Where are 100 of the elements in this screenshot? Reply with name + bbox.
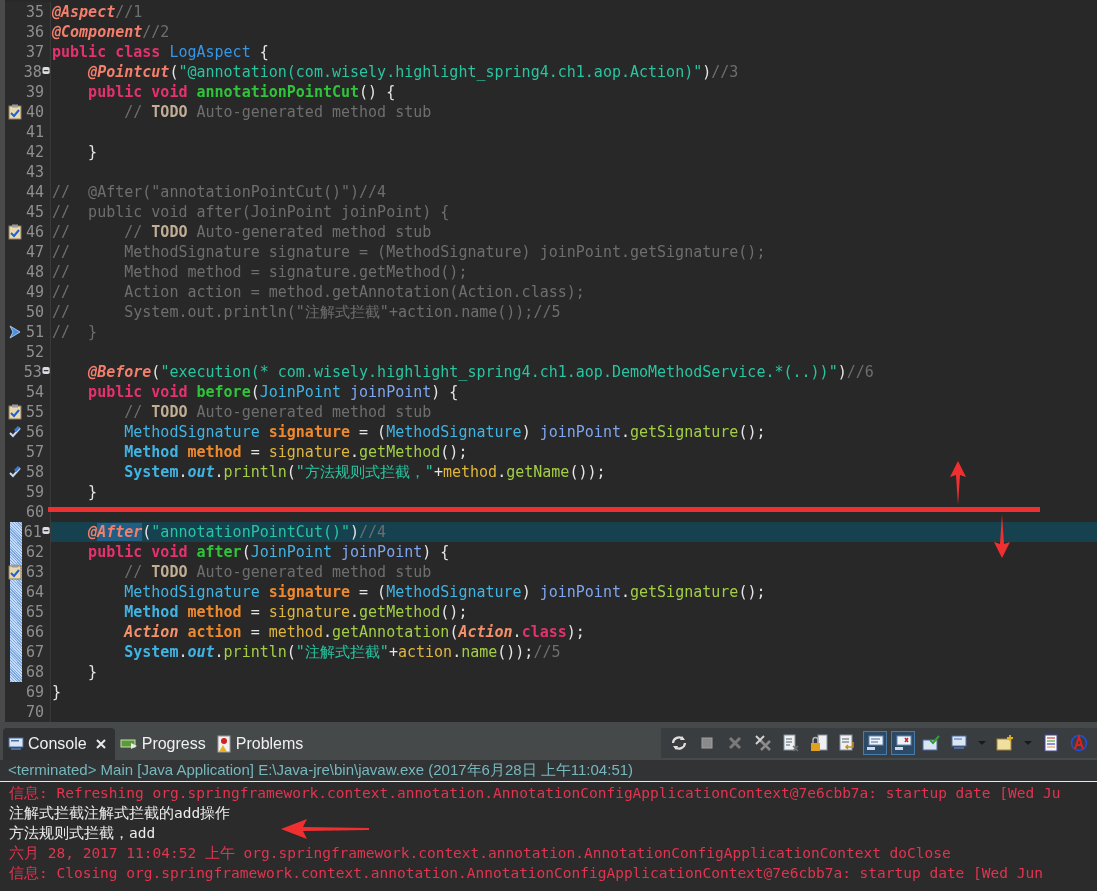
line-number: 64 (24, 582, 44, 602)
code-line: // MethodSignature signature = (MethodSignature) joinPoint.getSignature(); (51, 242, 767, 262)
line-number: 46 (24, 222, 44, 242)
code-line: public void before(JoinPoint joinPoint) { (87, 382, 460, 402)
line-number: 40 (24, 102, 44, 122)
code-line: System.out.println("注解式拦截"+action.name());//5 (123, 642, 562, 662)
code-line: @Before("execution(* com.wisely.highlight_spring4.ch1.aop.DemoMethodService.*(..))")//6 (87, 362, 875, 382)
line-number: 45 (24, 202, 44, 222)
code-editor[interactable] (0, 0, 1097, 722)
code-line: Method method = signature.getMethod(); (123, 442, 469, 462)
line-number: 55 (24, 402, 44, 422)
code-line: // // TODO Auto-generated method stub (51, 222, 433, 242)
close-icon[interactable] (94, 738, 107, 750)
code-line: // @After("annotationPointCut()")//4 (51, 182, 388, 202)
line-number: 51 (24, 322, 44, 342)
line-number: 62 (24, 542, 44, 562)
code-line: } (87, 482, 99, 502)
left-arrow-icon (281, 819, 369, 839)
toolbar-button[interactable] (863, 731, 887, 755)
code-line: System.out.println("方法规则式拦截，"+method.getName()); (123, 462, 607, 482)
monitor-icon (950, 734, 968, 752)
code-line: // TODO Auto-generated method stub (123, 102, 433, 122)
stop-icon (698, 734, 716, 752)
line-number: 48 (24, 262, 44, 282)
caret-icon (978, 741, 986, 745)
line-number: 47 (24, 242, 44, 262)
circle-letter-icon (1070, 734, 1088, 752)
code-line: Method method = signature.getMethod(); (123, 602, 469, 622)
line-number: 67 (24, 642, 44, 662)
line-number: 49 (24, 282, 44, 302)
progress-bar-icon (119, 737, 138, 751)
line-number: 61 (22, 522, 42, 542)
console-line: 注解式拦截注解式拦截的add操作 (9, 804, 231, 823)
console-line: 信息: Refreshing org.springframework.context.annotation.AnnotationConfigApplicationContext@7e6cbb7a: startup date [Wed Ju (9, 784, 1061, 803)
message-icon (866, 734, 884, 752)
line-number: 44 (24, 182, 44, 202)
line-number: 43 (24, 162, 44, 182)
code-line: // public void after(JoinPoint joinPoint) { (51, 202, 451, 222)
line-number: 53 (22, 362, 42, 382)
code-line: } (87, 662, 99, 682)
code-line: @Component//2 (51, 22, 171, 42)
code-line: @Pointcut("@annotation(com.wisely.highlight_spring4.ch1.aop.Action)")//3 (87, 62, 740, 82)
warning-document-icon (215, 735, 232, 753)
code-line: // Action action = method.getAnnotation(Action.class); (51, 282, 586, 302)
code-line: public void annotationPointCut() { (87, 82, 397, 102)
line-number: 54 (24, 382, 44, 402)
code-line: MethodSignature signature = (MethodSignature) joinPoint.getSignature(); (123, 422, 767, 442)
panel-tab[interactable]: Console (3, 728, 115, 760)
code-line: // } (51, 322, 99, 342)
line-number: 39 (24, 82, 44, 102)
code-line: // Method method = signature.getMethod(); (51, 262, 469, 282)
line-number: 63 (24, 562, 44, 582)
sync-icon (670, 734, 688, 752)
message-error-icon (894, 734, 912, 752)
line-number: 58 (24, 462, 44, 482)
code-line: Action action = method.getAnnotation(Action.class); (122, 622, 586, 642)
line-number: 35 (24, 2, 44, 22)
console-line: 六月 28, 2017 11:04:52 上午 org.springframework.context.annotation.AnnotationConfigApplicationContext doClose (9, 844, 951, 863)
console-line: 方法规则式拦截，add (9, 824, 156, 843)
code-line: public void after(JoinPoint joinPoint) { (87, 542, 451, 562)
close-all-icon (754, 734, 772, 752)
line-number: 70 (24, 702, 44, 722)
collapse-icon[interactable] (41, 66, 50, 75)
code-line: } (87, 142, 99, 162)
code-line: } (51, 682, 63, 702)
line-number: 68 (24, 662, 44, 682)
collapse-icon[interactable] (41, 526, 50, 535)
line-number: 50 (24, 302, 44, 322)
caret-icon (1024, 741, 1032, 745)
toolbar-button[interactable] (891, 731, 915, 755)
lock-document-icon (810, 734, 828, 752)
panel-tab[interactable]: Problems (210, 728, 309, 760)
code-line: // System.out.println("注解式拦截"+action.name());//5 (51, 302, 562, 322)
new-folder-icon (996, 734, 1014, 752)
colored-list-icon (1042, 734, 1060, 752)
panel-tab[interactable]: Progress (114, 728, 211, 760)
line-number: 66 (24, 622, 44, 642)
line-number: 60 (24, 502, 44, 522)
line-number: 65 (24, 602, 44, 622)
line-number: 56 (24, 422, 44, 442)
word-wrap-icon (838, 734, 856, 752)
code-line: MethodSignature signature = (MethodSignature) joinPoint.getSignature(); (123, 582, 767, 602)
code-line: public class LogAspect { (51, 42, 270, 62)
line-number: 52 (24, 342, 44, 362)
line-number: 59 (24, 482, 44, 502)
document-clear-icon (782, 734, 800, 752)
close-icon (726, 734, 744, 752)
line-number: 38 (22, 62, 42, 82)
code-line: @Aspect//1 (51, 2, 144, 22)
line-number: 37 (24, 42, 44, 62)
line-number: 42 (24, 142, 44, 162)
collapse-icon[interactable] (41, 366, 50, 375)
code-line: // TODO Auto-generated method stub (123, 402, 433, 422)
line-number: 41 (24, 122, 44, 142)
line-number: 57 (24, 442, 44, 462)
line-number: 69 (24, 682, 44, 702)
console-header: <terminated> Main [Java Application] E:\Java-jre\bin\javaw.exe (2017年6月28日 上午11:04:51) (8, 760, 634, 781)
line-number: 36 (24, 22, 44, 42)
code-line: // TODO Auto-generated method stub (123, 562, 433, 582)
monitor-icon (8, 737, 24, 751)
